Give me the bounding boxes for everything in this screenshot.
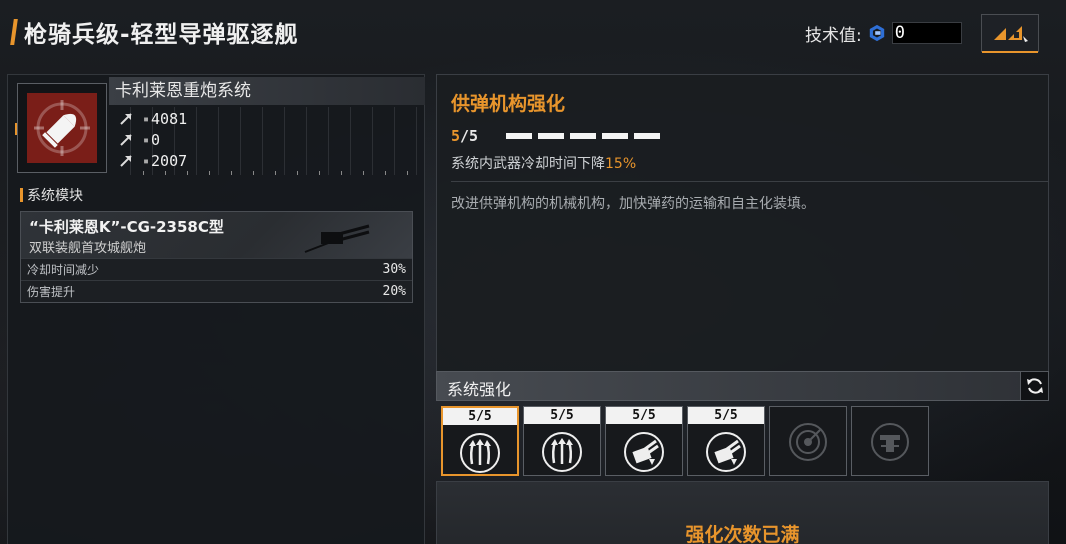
enhancement-label: 系统强化 — [447, 380, 512, 399]
enhancement-status-panel: 强化次数已满 — [436, 481, 1049, 544]
module-stat-label: 冷却时间减少 — [27, 263, 100, 277]
effect-value: 15% — [605, 156, 637, 172]
tech-value-display: 技术值: 0 — [805, 20, 962, 46]
effect-prefix: 系统内武器冷却时间下降 — [451, 156, 605, 172]
stat-row-1: 4081 — [119, 109, 187, 129]
stat-arrow-icon — [120, 155, 132, 167]
upgrade-title: 供弹机构强化 — [451, 93, 566, 115]
cannon-shell-icon — [34, 100, 90, 156]
module-card-header: “卡利莱恩K”-CG-2358C型 双联装舰首攻城舰炮 — [21, 212, 412, 258]
turret-icon — [706, 432, 746, 472]
upgrade-level: 5/5 — [451, 127, 661, 145]
arrows-up-icon — [460, 433, 500, 473]
tech-hex-icon — [869, 24, 884, 42]
level-pip — [538, 133, 565, 139]
weapon-icon-frame — [17, 83, 107, 173]
stats-area: 4081 0 2007 — [109, 107, 425, 175]
enhancement-slot[interactable]: 5/5 — [605, 406, 683, 476]
enhancement-slot-locked[interactable] — [851, 406, 929, 476]
turret-icon — [624, 432, 664, 472]
weapon-bg — [27, 93, 97, 163]
refresh-button[interactable] — [1020, 372, 1048, 400]
tech-value-field: 0 — [891, 22, 962, 44]
slot-level: 5/5 — [688, 407, 764, 424]
slot-level: 5/5 — [606, 407, 682, 424]
slot-level: 5/5 — [443, 408, 517, 425]
page-title: 枪骑兵级-轻型导弹驱逐舰 — [24, 22, 299, 48]
cannon-icon — [871, 423, 909, 461]
tech-label: 技术值: — [805, 25, 862, 46]
upgrade-description: 改进供弹机构的机械机构，加快弹药的运输和自主化装填。 — [451, 196, 815, 212]
level-pips — [506, 133, 661, 139]
exit-arrow-icon — [994, 26, 1028, 42]
stat-row-3: 2007 — [119, 151, 187, 171]
enhancement-slot[interactable]: 5/5 — [687, 406, 765, 476]
system-name: 卡利莱恩重炮系统 — [109, 77, 425, 105]
radar-icon — [789, 423, 827, 461]
enhancement-maxed-text: 强化次数已满 — [685, 524, 800, 544]
stat-row-2: 0 — [119, 130, 160, 150]
module-stat-value: 20% — [382, 284, 406, 299]
module-section-label: 系统模块 — [27, 188, 83, 204]
level-pip — [602, 133, 629, 139]
level-max: /5 — [460, 127, 479, 145]
level-pip — [634, 133, 661, 139]
module-stat-row: 伤害提升 20% — [21, 280, 412, 302]
system-enhancement-bar: 系统强化 — [436, 371, 1049, 401]
stat-value: 4081 — [143, 110, 187, 128]
level-text: 5/5 — [451, 127, 478, 145]
module-stat-value: 30% — [382, 262, 406, 277]
stat-arrow-icon — [120, 134, 132, 146]
divider — [451, 181, 1048, 182]
title-bar: 枪骑兵级-轻型导弹驱逐舰 — [10, 14, 299, 50]
upgrade-effect: 系统内武器冷却时间下降15% — [451, 153, 636, 173]
twin-gun-icon — [304, 224, 370, 253]
upgrade-detail-panel: 供弹机构强化 5/5 系统内武器冷却时间下降15% 改进供弹机构的机械机构，加快… — [436, 74, 1049, 372]
enhancement-slot[interactable]: 5/5 — [441, 406, 519, 476]
stat-arrow-icon — [120, 113, 132, 125]
module-stat-label: 伤害提升 — [27, 285, 76, 299]
module-section-header: 系统模块 — [20, 185, 83, 205]
stat-ticks — [143, 171, 423, 175]
exit-button[interactable] — [981, 14, 1039, 53]
enhancement-slot[interactable]: 5/5 — [523, 406, 601, 476]
slot-level: 5/5 — [524, 407, 600, 424]
system-info-panel: 卡利莱恩重炮系统 4081 0 2007 系统模块 “卡利莱恩K”-CG-235 — [7, 74, 425, 544]
enhancement-slot-locked[interactable] — [769, 406, 847, 476]
refresh-icon — [1026, 378, 1043, 394]
stat-value: 2007 — [143, 152, 187, 170]
title-accent — [10, 19, 18, 45]
stat-value: 0 — [143, 131, 160, 149]
level-pip — [570, 133, 597, 139]
section-accent — [20, 188, 23, 202]
level-current: 5 — [451, 127, 461, 145]
module-card[interactable]: “卡利莱恩K”-CG-2358C型 双联装舰首攻城舰炮 冷却时间减少 30% 伤… — [20, 211, 413, 303]
enhancement-slots: 5/5 5/5 5/5 5/5 — [441, 406, 929, 476]
arrows-up-icon — [542, 432, 582, 472]
level-pip — [506, 133, 533, 139]
module-stat-row: 冷却时间减少 30% — [21, 258, 412, 280]
